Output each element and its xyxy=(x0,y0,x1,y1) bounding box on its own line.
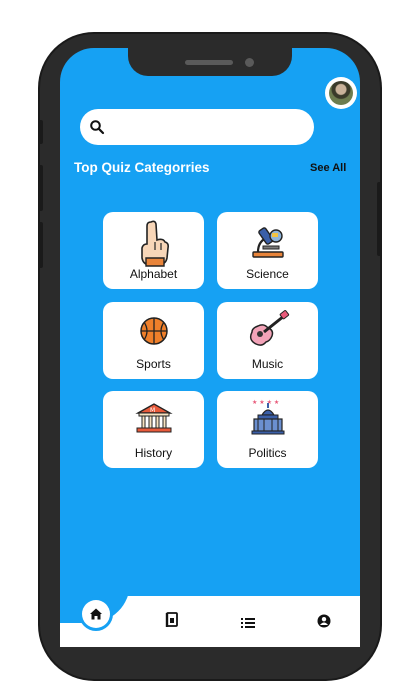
guitar-icon xyxy=(249,310,289,346)
section-title: Top Quiz Categorries xyxy=(74,160,210,175)
hand-one-finger-icon xyxy=(140,220,169,267)
home-icon xyxy=(90,608,102,620)
category-card-politics[interactable]: ★ ★ ★ ★ Politics xyxy=(217,391,318,468)
book-icon xyxy=(165,612,178,627)
front-camera xyxy=(245,58,254,67)
basketball-icon xyxy=(139,317,168,345)
volume-down-button xyxy=(38,222,43,268)
search-bar[interactable] xyxy=(80,109,314,145)
museum-icon: M xyxy=(134,403,173,433)
category-label: Music xyxy=(251,357,284,371)
avatar-image xyxy=(329,81,353,105)
search-input[interactable] xyxy=(112,117,306,139)
category-label: History xyxy=(134,446,173,460)
capitol-icon: ★ ★ ★ ★ xyxy=(251,399,284,435)
category-card-music[interactable]: Music xyxy=(217,302,318,379)
power-button xyxy=(377,182,382,256)
list-icon xyxy=(241,618,255,628)
category-label: Science xyxy=(246,267,289,281)
category-label: Alphabet xyxy=(129,267,178,281)
category-label: Sports xyxy=(136,357,171,371)
category-card-history[interactable]: M History xyxy=(103,391,204,468)
volume-up-button xyxy=(38,165,43,211)
avatar[interactable] xyxy=(325,77,357,109)
account-icon xyxy=(317,614,331,628)
side-button xyxy=(38,120,43,144)
nav-list-button[interactable] xyxy=(241,614,255,633)
see-all-link[interactable]: See All xyxy=(310,162,346,174)
category-card-science[interactable]: Science xyxy=(217,212,318,289)
nav-book-button[interactable] xyxy=(165,612,179,632)
nav-account-button[interactable] xyxy=(317,613,331,632)
category-card-sports[interactable]: Sports xyxy=(103,302,204,379)
speaker xyxy=(185,60,233,65)
nav-home-button[interactable] xyxy=(82,600,110,628)
category-label: Politics xyxy=(248,446,287,460)
search-icon xyxy=(90,120,105,135)
category-card-alphabet[interactable]: Alphabet xyxy=(103,212,204,289)
svg-text:★ ★ ★ ★: ★ ★ ★ ★ xyxy=(252,399,279,406)
microscope-icon xyxy=(251,227,284,258)
